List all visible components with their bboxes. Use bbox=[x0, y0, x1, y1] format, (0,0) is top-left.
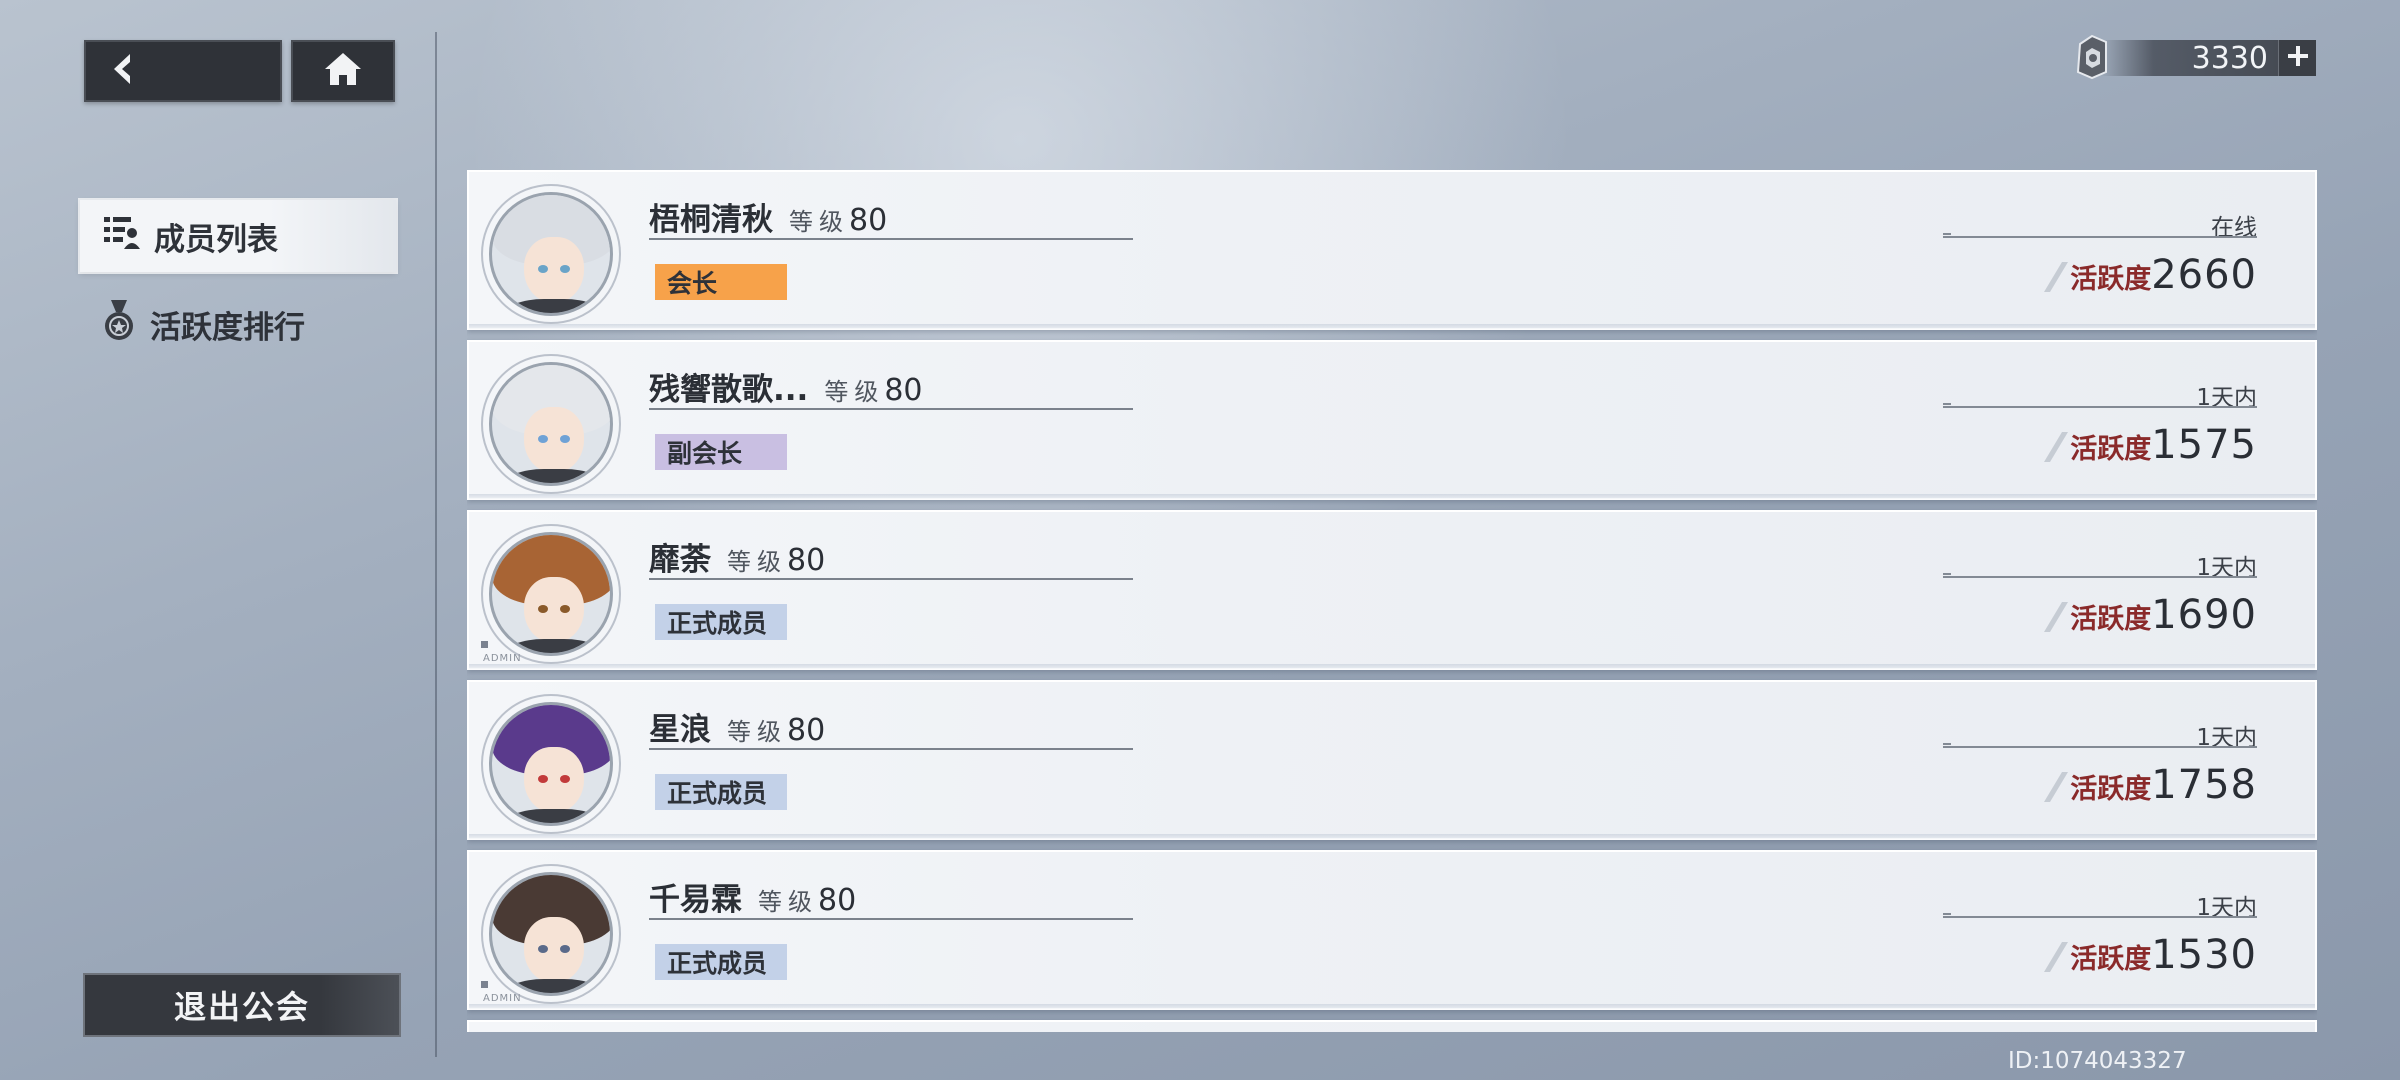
slash-icon bbox=[2040, 936, 2080, 976]
currency-amount: 3330 bbox=[2100, 40, 2278, 76]
activity-label: 活跃度 bbox=[2070, 944, 2152, 975]
member-row[interactable]: ADMIN 千易霖 等级 80 正式成员 1天内 活跃度 1530 bbox=[467, 850, 2317, 1010]
chevron-left-icon bbox=[108, 52, 138, 90]
member-name: 千易霖 bbox=[649, 882, 742, 918]
plus-icon bbox=[2286, 44, 2310, 72]
level-value: 80 bbox=[849, 203, 888, 238]
add-currency-button[interactable] bbox=[2278, 40, 2316, 76]
guild-token-icon bbox=[2070, 31, 2114, 81]
name-underline bbox=[649, 748, 1133, 750]
activity-value: 1530 bbox=[2151, 932, 2257, 978]
activity-label: 活跃度 bbox=[2070, 774, 2152, 805]
level-value: 80 bbox=[884, 373, 923, 408]
tab-activity-ranking[interactable]: 活跃度排行 bbox=[80, 288, 396, 360]
role-badge: 正式成员 bbox=[655, 604, 787, 640]
member-name: 残響散歌... bbox=[649, 372, 809, 408]
name-underline bbox=[649, 408, 1133, 410]
activity-label: 活跃度 bbox=[2070, 604, 2152, 635]
status-underline bbox=[1943, 743, 2257, 748]
tab-activity-ranking-label: 活跃度排行 bbox=[150, 309, 305, 346]
member-name: 靡荼 bbox=[649, 542, 711, 578]
status-underline bbox=[1943, 233, 2257, 238]
slash-icon bbox=[2040, 426, 2080, 466]
role-badge: 会长 bbox=[655, 264, 787, 300]
member-name: 梧桐清秋 bbox=[649, 202, 773, 238]
home-button[interactable] bbox=[291, 40, 395, 102]
slash-icon bbox=[2040, 256, 2080, 296]
level-label: 等级 bbox=[789, 208, 849, 236]
activity-label: 活跃度 bbox=[2070, 434, 2152, 465]
member-row[interactable]: 残響散歌... 等级 80 副会长 1天内 活跃度 1575 bbox=[467, 340, 2317, 500]
activity-value: 2660 bbox=[2151, 252, 2257, 298]
level-value: 80 bbox=[787, 543, 826, 578]
status-underline bbox=[1943, 913, 2257, 918]
activity-label: 活跃度 bbox=[2070, 264, 2152, 295]
member-row[interactable]: 梧桐清秋 等级 80 会长 在线 活跃度 2660 bbox=[467, 170, 2317, 330]
role-badge: 正式成员 bbox=[655, 944, 787, 980]
level-label: 等级 bbox=[727, 548, 787, 576]
member-list[interactable]: 梧桐清秋 等级 80 会长 在线 活跃度 2660 残響散歌... 等级 80 … bbox=[467, 170, 2317, 1032]
avatar[interactable]: ADMIN bbox=[481, 864, 621, 1004]
avatar[interactable] bbox=[481, 354, 621, 494]
level-label: 等级 bbox=[824, 378, 885, 406]
member-row[interactable]: 星浪 等级 80 正式成员 1天内 活跃度 1758 bbox=[467, 680, 2317, 840]
exit-guild-button[interactable]: 退出公会 bbox=[83, 973, 401, 1037]
activity-value: 1690 bbox=[2151, 592, 2257, 638]
member-row-partial[interactable] bbox=[467, 1020, 2317, 1032]
name-underline bbox=[649, 918, 1133, 920]
avatar[interactable] bbox=[481, 694, 621, 834]
level-value: 80 bbox=[818, 883, 857, 918]
tab-member-list[interactable]: 成员列表 bbox=[80, 200, 396, 272]
name-underline bbox=[649, 238, 1133, 240]
currency-display: 3330 bbox=[2070, 34, 2316, 80]
activity-value: 1758 bbox=[2151, 762, 2257, 808]
member-row[interactable]: ADMIN 靡荼 等级 80 正式成员 1天内 活跃度 1690 bbox=[467, 510, 2317, 670]
status-underline bbox=[1943, 403, 2257, 408]
slash-icon bbox=[2040, 766, 2080, 806]
member-name: 星浪 bbox=[649, 712, 711, 748]
slash-icon bbox=[2040, 596, 2080, 636]
level-label: 等级 bbox=[758, 888, 818, 916]
tab-member-list-label: 成员列表 bbox=[154, 221, 278, 258]
avatar[interactable] bbox=[481, 184, 621, 324]
level-value: 80 bbox=[787, 713, 826, 748]
medal-icon bbox=[102, 298, 136, 350]
sidebar-divider bbox=[435, 32, 437, 1057]
level-label: 等级 bbox=[727, 718, 787, 746]
role-badge: 副会长 bbox=[655, 434, 787, 470]
member-list-icon bbox=[102, 213, 140, 259]
player-id: ID:1074043327 bbox=[2008, 1048, 2187, 1074]
activity-value: 1575 bbox=[2151, 422, 2257, 468]
back-button[interactable] bbox=[84, 40, 282, 102]
avatar[interactable]: ADMIN bbox=[481, 524, 621, 664]
home-icon bbox=[323, 51, 363, 91]
name-underline bbox=[649, 578, 1133, 580]
role-badge: 正式成员 bbox=[655, 774, 787, 810]
status-underline bbox=[1943, 573, 2257, 578]
